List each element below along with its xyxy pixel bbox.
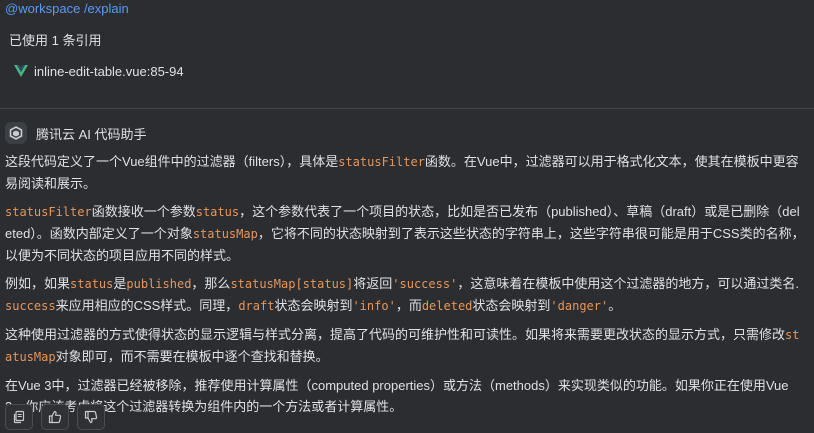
response-actions — [5, 404, 105, 430]
thumbs-up-icon — [48, 410, 62, 424]
answer-paragraph: 这段代码定义了一个Vue组件中的过滤器（filters），具体是statusFi… — [5, 151, 805, 194]
answer-paragraph: 例如，如果status是published，那么statusMap[status… — [5, 273, 805, 317]
thumbs-down-button[interactable] — [77, 404, 105, 430]
inline-code: 'info' — [352, 299, 396, 313]
user-query-block: @workspace /explain 已使用 1 条引用 inline-edi… — [0, 0, 814, 109]
inline-code: statusMap — [192, 227, 258, 241]
answer-paragraph: statusFilter函数接收一个参数status，这个参数代表了一个项目的状… — [5, 201, 805, 266]
inline-code: published — [126, 277, 192, 291]
inline-code: status — [195, 205, 240, 219]
vue-icon — [14, 65, 28, 77]
file-reference-label[interactable]: inline-edit-table.vue:85-94 — [34, 64, 184, 79]
thumbs-down-icon — [84, 410, 98, 424]
references-summary[interactable]: 已使用 1 条引用 — [9, 30, 101, 49]
answer-paragraph: 在Vue 3中，过滤器已经被移除，推荐使用计算属性（computed prope… — [5, 375, 805, 417]
answer-text: 是 — [113, 276, 127, 291]
answer-paragraph: 这种使用过滤器的方式使得状态的显示逻辑与样式分离，提高了代码的可维护性和可读性。… — [5, 324, 805, 368]
copy-icon — [13, 410, 25, 424]
inline-code: status — [70, 277, 114, 291]
file-reference[interactable]: inline-edit-table.vue:85-94 — [14, 62, 184, 80]
answer-text: 。 — [608, 298, 622, 313]
answer-text: 函数接收一个参数 — [91, 204, 196, 219]
answer-text: 对象即可，而不需要在模板中逐个查找和替换。 — [55, 349, 329, 364]
inline-code: draft — [238, 299, 275, 313]
tencent-ai-logo-icon — [5, 122, 27, 144]
answer-text: 这种使用过滤器的方式使得状态的显示逻辑与样式分离，提高了代码的可维护性和可读性。… — [5, 327, 786, 342]
answer-text: 这段代码定义了一个Vue组件中的过滤器（filters），具体是 — [5, 154, 339, 169]
answer-text: 来应用相应的CSS样式。同理， — [55, 298, 239, 313]
inline-code: 'danger' — [550, 299, 609, 313]
thumbs-up-button[interactable] — [41, 404, 69, 430]
answer-text: 状态会映射到 — [472, 298, 551, 313]
answer-text: 在Vue 3中，过滤器已经被移除，推荐使用计算属性（computed prope… — [5, 378, 789, 414]
answer-body: 这段代码定义了一个Vue组件中的过滤器（filters），具体是statusFi… — [5, 151, 805, 424]
ai-chat-panel: @workspace /explain 已使用 1 条引用 inline-edi… — [0, 0, 814, 433]
assistant-name: 腾讯云 AI 代码助手 — [36, 126, 147, 142]
answer-text: 将返回 — [353, 276, 393, 291]
answer-text: 例如，如果 — [5, 276, 71, 291]
answer-text: ，这意味着在模板中使用这个过滤器的地方，可以通过类名. — [457, 276, 799, 291]
copy-button[interactable] — [5, 404, 33, 430]
inline-code: statusFilter — [5, 205, 92, 219]
answer-text: 状态会映射到 — [274, 298, 353, 313]
inline-code: statusMap[status] — [230, 277, 354, 291]
answer-text: ，而 — [395, 298, 422, 313]
inline-code: statusFilter — [338, 155, 425, 169]
answer-text: ，那么 — [191, 276, 231, 291]
assistant-response-block: 腾讯云 AI 代码助手 这段代码定义了一个Vue组件中的过滤器（filters）… — [0, 109, 814, 433]
inline-code: deleted — [421, 299, 473, 313]
inline-code: success — [5, 299, 56, 313]
assistant-header: 腾讯云 AI 代码助手 — [5, 122, 147, 144]
slash-command[interactable]: @workspace /explain — [5, 1, 129, 16]
inline-code: 'success' — [392, 277, 458, 291]
